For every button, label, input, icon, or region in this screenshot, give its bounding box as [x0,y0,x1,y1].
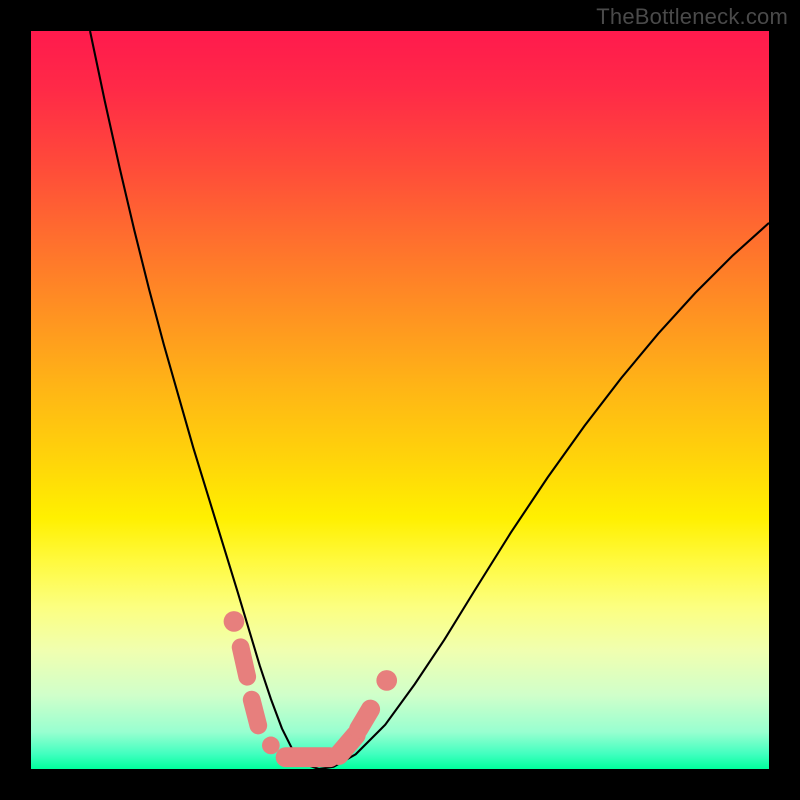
marker-capsule [359,709,371,729]
marker-capsule [241,647,248,677]
chart-frame: TheBottleneck.com [0,0,800,800]
marker-capsule [252,700,259,726]
marker-capsule [339,735,356,755]
bottleneck-curve [90,31,769,769]
chart-svg [31,31,769,769]
watermark-text: TheBottleneck.com [596,4,788,30]
marker-dot [262,737,280,755]
marker-dot [224,611,245,632]
marker-dot [376,670,397,691]
plot-area [31,31,769,769]
